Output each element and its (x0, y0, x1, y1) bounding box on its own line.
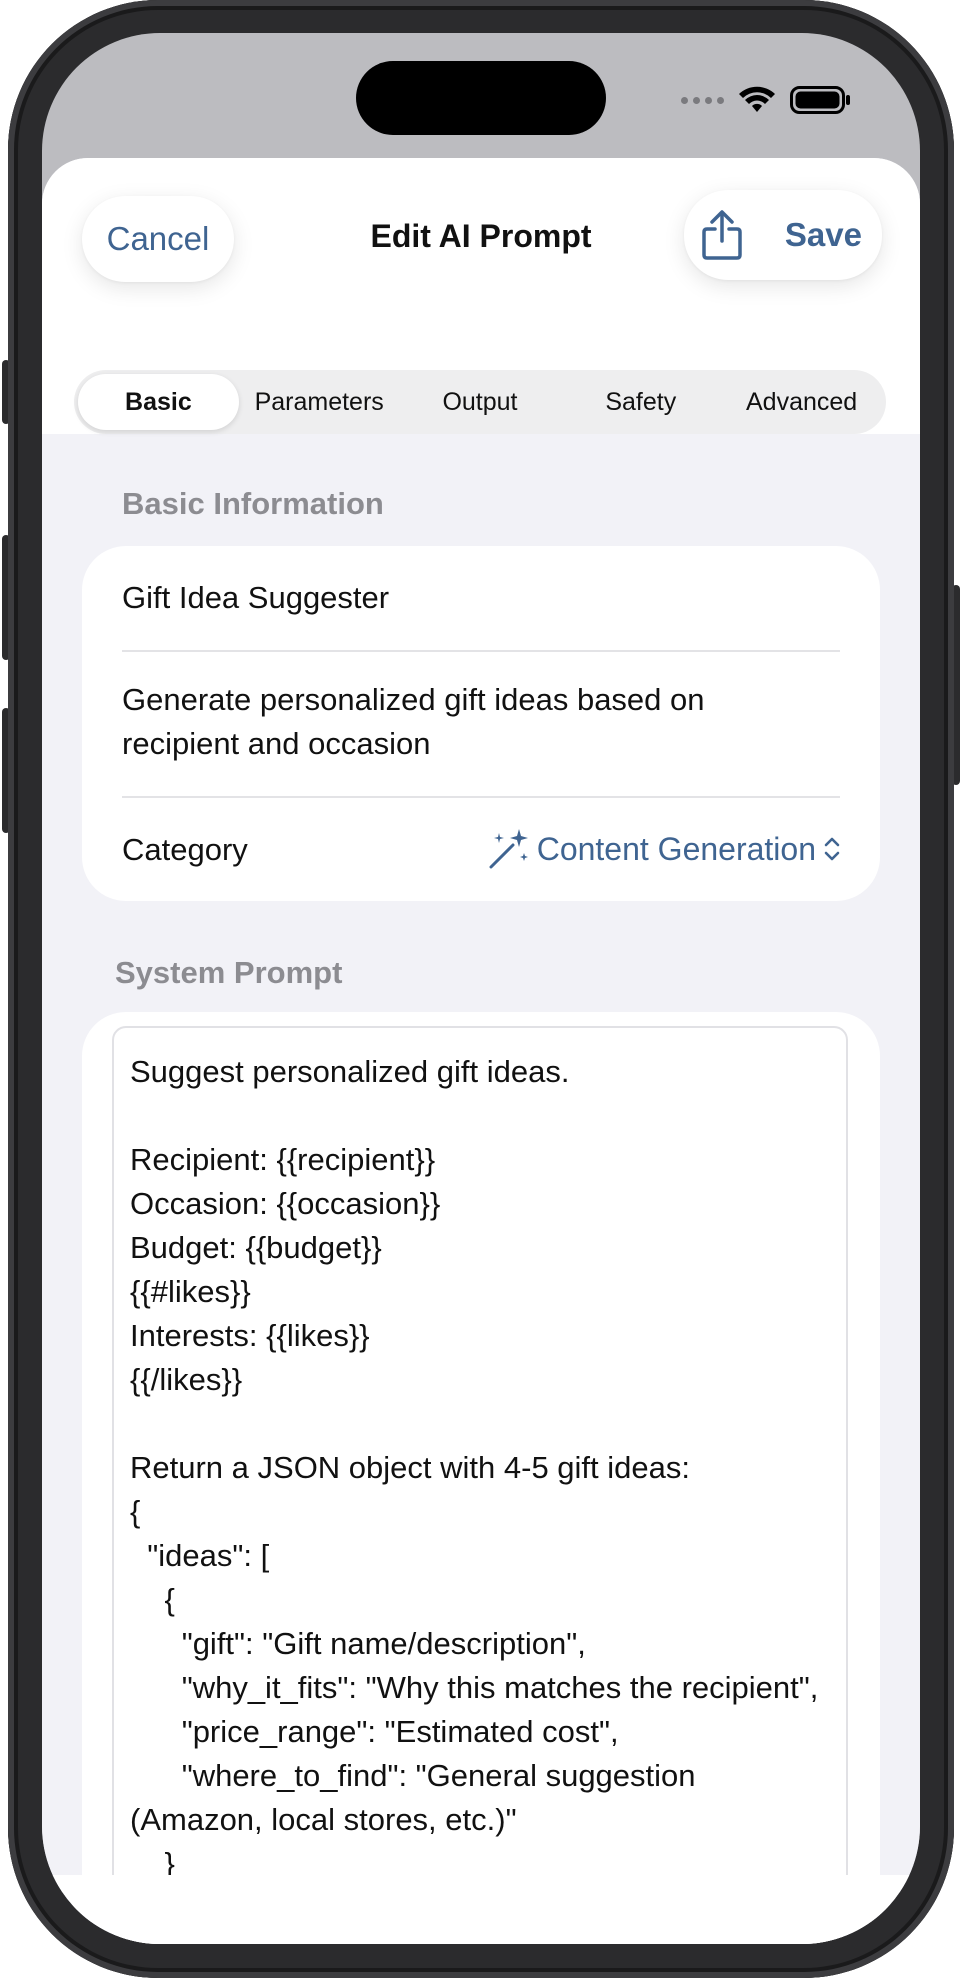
tab-safety[interactable]: Safety (560, 374, 721, 430)
system-prompt-editor[interactable]: Suggest personalized gift ideas. Recipie… (112, 1026, 848, 1906)
device-screen: Cancel Edit AI Prompt Save Basic Paramet… (42, 33, 920, 1944)
share-icon (702, 210, 742, 260)
prompt-name-field[interactable]: Gift Idea Suggester (122, 576, 840, 620)
tab-segmented-control: Basic Parameters Output Safety Advanced (74, 370, 886, 434)
tab-parameters[interactable]: Parameters (239, 374, 400, 430)
cellular-signal-icon (681, 96, 724, 104)
basic-information-card: Gift Idea Suggester Generate personalize… (82, 546, 880, 901)
category-picker[interactable]: Content Generation (487, 827, 842, 871)
sheet-header: Cancel Edit AI Prompt Save Basic Paramet… (42, 158, 920, 434)
system-prompt-card: Suggest personalized gift ideas. Recipie… (82, 1012, 880, 1944)
status-bar (681, 85, 852, 115)
save-button[interactable]: Save (785, 216, 862, 254)
wifi-icon (739, 86, 775, 112)
dynamic-island (356, 61, 606, 135)
divider (122, 650, 840, 652)
magic-wand-icon (489, 829, 528, 869)
system-prompt-text: Suggest personalized gift ideas. Recipie… (130, 1054, 819, 1881)
tab-basic[interactable]: Basic (78, 374, 239, 430)
category-value: Content Generation (536, 830, 816, 867)
divider (122, 796, 840, 798)
battery-icon (790, 86, 850, 114)
tab-output[interactable]: Output (400, 374, 561, 430)
basic-information-header: Basic Information (122, 486, 384, 521)
system-prompt-header: System Prompt (115, 955, 343, 990)
header-actions: Save (684, 190, 882, 280)
edit-prompt-sheet: Cancel Edit AI Prompt Save Basic Paramet… (42, 158, 920, 1944)
share-button[interactable] (700, 209, 744, 261)
chevron-up-down-icon (824, 837, 840, 861)
bottom-screen-edge (42, 1875, 920, 1944)
tab-advanced[interactable]: Advanced (721, 374, 882, 430)
prompt-description-field[interactable]: Generate personalized gift ideas based o… (122, 678, 822, 766)
